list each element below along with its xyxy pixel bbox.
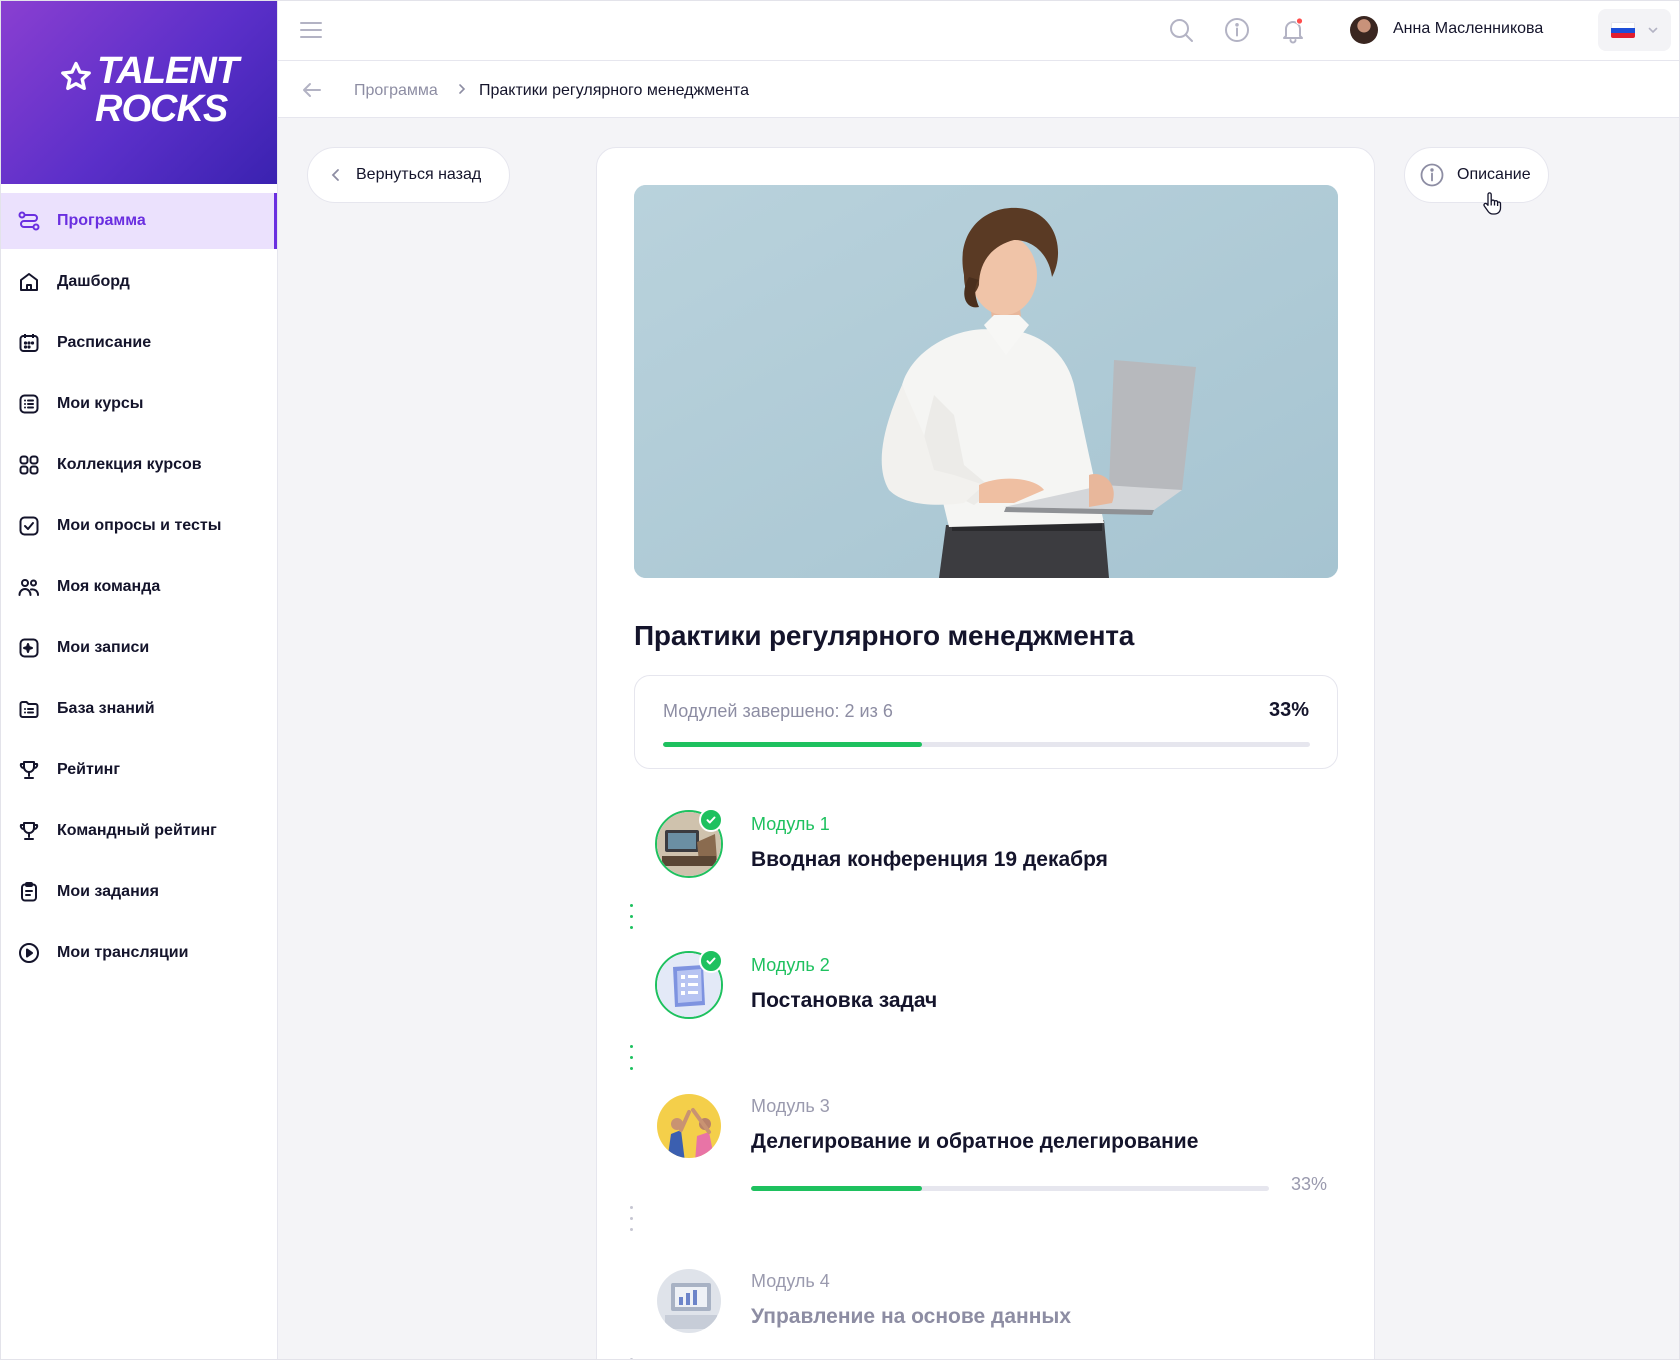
app-frame: TALENT ROCKS Программа Дашборд Расписани… xyxy=(0,0,1680,1360)
sidebar-item-label: Мои опросы и тесты xyxy=(57,517,222,534)
module-thumbnail xyxy=(655,1267,723,1335)
info-icon[interactable] xyxy=(1223,16,1251,44)
sidebar-item-knowledge-base[interactable]: База знаний xyxy=(1,681,277,737)
sidebar-item-team-rating[interactable]: Командный рейтинг xyxy=(1,803,277,859)
progress-label: Модулей завершено: 2 из 6 xyxy=(663,701,893,721)
description-button[interactable]: Описание xyxy=(1404,147,1549,203)
module-thumbnail xyxy=(655,1092,723,1160)
sidebar-item-surveys[interactable]: Мои опросы и тесты xyxy=(1,498,277,554)
module-number: Модуль 4 xyxy=(751,1271,830,1291)
sidebar-item-label: Программа xyxy=(57,212,146,229)
trophy-icon xyxy=(17,758,41,782)
progress-percent: 33% xyxy=(1268,699,1309,721)
sidebar-item-label: Дашборд xyxy=(57,273,130,290)
module-name: Вводная конференция 19 декабря xyxy=(751,848,1108,871)
team-icon xyxy=(17,575,41,599)
sidebar-item-course-collection[interactable]: Коллекция курсов xyxy=(1,437,277,493)
module-connector xyxy=(630,1045,634,1078)
home-icon xyxy=(17,270,41,294)
sidebar-item-label: Мои трансляции xyxy=(57,944,189,961)
sidebar-item-label: Командный рейтинг xyxy=(57,822,217,839)
route-icon xyxy=(17,209,41,233)
sidebar-item-team[interactable]: Моя команда xyxy=(1,559,277,615)
user-name[interactable]: Анна Масленникова xyxy=(1393,20,1543,38)
chevron-left-icon xyxy=(331,169,339,181)
module-progress-fill xyxy=(751,1186,922,1191)
list-icon xyxy=(17,392,41,416)
module-number: Модуль 2 xyxy=(751,955,830,975)
check-icon xyxy=(699,949,723,973)
sidebar-item-notes[interactable]: Мои записи xyxy=(1,620,277,676)
sidebar-item-label: Коллекция курсов xyxy=(57,456,202,473)
program-progress: Модулей завершено: 2 из 6 33% xyxy=(634,675,1338,769)
sidebar: TALENT ROCKS Программа Дашборд Расписани… xyxy=(1,1,278,1359)
sidebar-item-label: Расписание xyxy=(57,334,152,351)
program-card: Практики регулярного менеджмента Модулей… xyxy=(596,147,1375,1359)
progress-bar-fill xyxy=(663,742,922,747)
arrow-left-icon[interactable] xyxy=(300,78,324,102)
sidebar-item-my-courses[interactable]: Мои курсы xyxy=(1,376,277,432)
breadcrumb: Программа Практики регулярного менеджмен… xyxy=(278,61,1679,118)
sidebar-item-dashboard[interactable]: Дашборд xyxy=(1,254,277,310)
module-connector xyxy=(630,904,634,937)
sidebar-item-label: Моя команда xyxy=(57,578,161,595)
sidebar-item-label: Мои записи xyxy=(57,639,150,656)
logo: TALENT ROCKS xyxy=(59,48,239,138)
page-title: Практики регулярного менеджмента xyxy=(634,620,1135,651)
brand-line-1: TALENT xyxy=(97,49,239,92)
clipboard-icon xyxy=(17,880,41,904)
sidebar-item-label: Мои задания xyxy=(57,883,159,900)
woman-with-laptop-illustration xyxy=(634,185,1338,578)
menu-icon[interactable] xyxy=(298,17,324,43)
program-hero-image xyxy=(634,185,1338,578)
play-icon xyxy=(17,941,41,965)
chevron-down-icon xyxy=(1648,27,1658,34)
module-name: Делегирование и обратное делегирование xyxy=(751,1130,1199,1153)
hand-cursor-icon xyxy=(1483,192,1502,215)
brand-logo[interactable]: TALENT ROCKS xyxy=(1,1,277,184)
sidebar-item-label: База знаний xyxy=(57,700,155,717)
sidebar-item-program[interactable]: Программа xyxy=(1,193,277,249)
sidebar-item-broadcasts[interactable]: Мои трансляции xyxy=(1,925,277,981)
search-icon[interactable] xyxy=(1167,16,1195,44)
progress-bar-track xyxy=(663,742,1310,747)
sidebar-item-rating[interactable]: Рейтинг xyxy=(1,742,277,798)
checkbox-icon xyxy=(17,514,41,538)
module-number: Модуль 3 xyxy=(751,1096,830,1116)
chevron-right-icon xyxy=(459,84,466,94)
module-number: Модуль 1 xyxy=(751,814,830,834)
info-icon xyxy=(1420,163,1444,187)
sidebar-item-label: Рейтинг xyxy=(57,761,121,778)
avatar[interactable] xyxy=(1350,16,1378,44)
calendar-icon xyxy=(17,331,41,355)
bell-icon[interactable] xyxy=(1279,16,1307,44)
language-selector[interactable] xyxy=(1598,9,1671,51)
breadcrumb-current: Практики регулярного менеджмента xyxy=(479,82,749,99)
module-progress-track xyxy=(751,1186,1269,1191)
trophy-icon xyxy=(17,819,41,843)
module-progress-percent: 33% xyxy=(1291,1174,1328,1194)
sidebar-item-label: Мои курсы xyxy=(57,395,144,412)
breadcrumb-parent[interactable]: Программа xyxy=(354,82,438,100)
note-icon xyxy=(17,636,41,660)
back-button-label: Вернуться назад xyxy=(356,166,482,183)
sidebar-nav: Программа Дашборд Расписание Мои курсы К… xyxy=(1,184,277,981)
check-icon xyxy=(699,808,723,832)
top-bar: Анна Масленникова xyxy=(278,1,1679,61)
module-connector xyxy=(630,1206,634,1239)
brand-line-2: ROCKS xyxy=(95,87,228,130)
sidebar-item-tasks[interactable]: Мои задания xyxy=(1,864,277,920)
folder-icon xyxy=(17,697,41,721)
back-button[interactable]: Вернуться назад xyxy=(307,147,510,203)
sidebar-item-schedule[interactable]: Расписание xyxy=(1,315,277,371)
description-button-label: Описание xyxy=(1457,166,1531,183)
module-name: Управление на основе данных xyxy=(751,1305,1072,1328)
grid-icon xyxy=(17,453,41,477)
module-name: Постановка задач xyxy=(751,989,938,1012)
star-icon xyxy=(61,61,91,90)
flag-ru-icon xyxy=(1611,22,1635,38)
